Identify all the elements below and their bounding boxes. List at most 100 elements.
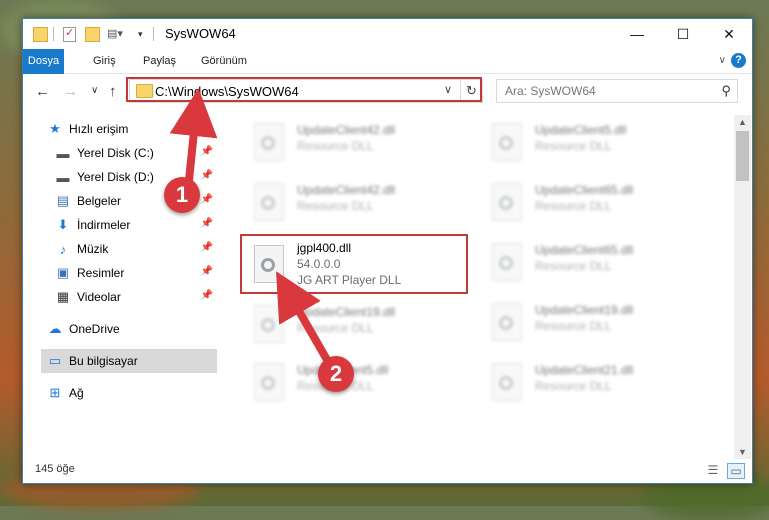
file-description: Resource DLL (297, 139, 374, 153)
music-icon: ♪ (59, 241, 67, 257)
file-item[interactable]: UpdateClient5.dll Resource DLL (245, 355, 475, 405)
sidebar-item-downloads[interactable]: ⬇ İndirmeler 📌 (55, 213, 217, 237)
dll-file-icon (492, 363, 522, 401)
callout-badge-1: 1 (164, 177, 200, 213)
close-button[interactable]: ✕ (706, 19, 752, 49)
status-bar: 145 öğe ☰ ▭ (23, 459, 752, 483)
file-name: UpdateClient42.dll (297, 183, 396, 197)
pin-icon: 📌 (200, 266, 213, 277)
file-item[interactable]: UpdateClient65.dll Resource DLL (483, 175, 713, 225)
sidebar-item-quick-access[interactable]: ★ Hızlı erişim (47, 117, 217, 141)
file-item[interactable]: UpdateClient19.dll Resource DLL (245, 297, 475, 347)
pictures-icon: ▣ (56, 265, 70, 280)
folder-icon (33, 27, 48, 42)
pin-icon: 📌 (200, 290, 213, 301)
scroll-thumb[interactable] (736, 131, 749, 181)
file-name: UpdateClient21.dll (535, 363, 634, 377)
back-icon[interactable]: ← (35, 83, 50, 100)
scroll-down-icon[interactable]: ▼ (734, 445, 751, 459)
tab-view[interactable]: Görünüm (193, 49, 255, 73)
title-bar: ✓ ▤▾ ▾ SysWOW64 — ☐ ✕ (23, 19, 752, 49)
file-item[interactable]: UpdateClient42.dll Resource DLL (245, 175, 475, 225)
item-count: 145 öğe (35, 463, 75, 475)
file-name: UpdateClient19.dll (535, 303, 634, 317)
sidebar-item-local-disk-c[interactable]: ▬ Yerel Disk (C:) 📌 (55, 141, 217, 165)
recent-locations-icon[interactable]: ∨ (91, 85, 98, 96)
dll-file-icon (492, 303, 522, 341)
dll-file-icon (492, 243, 522, 281)
sidebar-item-music[interactable]: ♪ Müzik 📌 (55, 237, 217, 261)
file-highlight (240, 234, 468, 294)
disk-icon: ▬ (56, 145, 70, 161)
pin-icon: 📌 (200, 170, 213, 181)
tab-home[interactable]: Giriş (85, 49, 124, 73)
file-description: Resource DLL (535, 259, 612, 273)
ribbon-expand-icon[interactable]: ∨ (719, 55, 726, 66)
callout-badge-2: 2 (318, 356, 354, 392)
dll-file-icon (254, 123, 284, 161)
window-title: SysWOW64 (165, 26, 236, 41)
sidebar-item-label: OneDrive (69, 322, 120, 336)
address-highlight (126, 77, 482, 102)
tab-share[interactable]: Paylaş (135, 49, 184, 73)
sidebar-item-pictures[interactable]: ▣ Resimler 📌 (55, 261, 217, 285)
pin-icon: 📌 (200, 218, 213, 229)
cloud-icon: ☁ (48, 321, 62, 336)
sidebar-item-videos[interactable]: ▦ Videolar 📌 (55, 285, 217, 309)
pin-icon: 📌 (200, 242, 213, 253)
sidebar-item-label: Ağ (69, 386, 84, 400)
sidebar-item-label: Hızlı erişim (69, 122, 129, 136)
video-icon: ▦ (56, 289, 70, 304)
file-item[interactable]: UpdateClient42.dll Resource DLL (245, 115, 475, 165)
search-input[interactable] (503, 82, 707, 100)
forward-icon[interactable]: → (63, 83, 78, 100)
sidebar-item-label: Yerel Disk (D:) (77, 170, 154, 184)
file-description: Resource DLL (535, 319, 612, 333)
separator (153, 27, 154, 41)
file-description: Resource DLL (297, 199, 374, 213)
file-description: Resource DLL (297, 321, 374, 335)
minimize-button[interactable]: — (614, 19, 660, 49)
pin-icon: 📌 (200, 146, 213, 157)
sidebar-item-label: Bu bilgisayar (69, 354, 138, 368)
sidebar-item-label: Müzik (77, 242, 109, 256)
file-description: Resource DLL (535, 379, 612, 393)
sidebar-item-label: Videolar (77, 290, 121, 304)
qa-dropdown-icon[interactable]: ▾ (138, 29, 143, 47)
sidebar-item-label: Belgeler (77, 194, 122, 208)
computer-icon: ▭ (48, 353, 62, 368)
dll-file-icon (254, 183, 284, 221)
file-item[interactable]: UpdateClient19.dll Resource DLL (483, 295, 713, 345)
properties-icon[interactable]: ✓ (63, 27, 76, 42)
sidebar-item-label: Yerel Disk (C:) (77, 146, 154, 160)
file-name: UpdateClient19.dll (297, 305, 396, 319)
sidebar-item-this-pc[interactable]: ▭ Bu bilgisayar (41, 349, 217, 373)
file-name: UpdateClient65.dll (535, 243, 634, 257)
sidebar-item-onedrive[interactable]: ☁ OneDrive (47, 317, 217, 341)
help-icon[interactable]: ? (731, 53, 746, 68)
customize-qa-icon[interactable]: ▤▾ (107, 27, 123, 40)
new-folder-icon[interactable] (85, 27, 100, 42)
dll-file-icon (254, 363, 284, 401)
download-icon: ⬇ (57, 217, 69, 232)
file-item[interactable]: UpdateClient5.dll Resource DLL (483, 115, 713, 165)
sidebar-item-label: İndirmeler (77, 218, 131, 232)
vertical-scrollbar[interactable]: ▲ ▼ (734, 115, 751, 459)
sidebar-item-network[interactable]: ⊞ Ağ (47, 381, 217, 405)
maximize-button[interactable]: ☐ (660, 19, 706, 49)
sidebar-item-label: Resimler (77, 266, 125, 280)
search-icon[interactable]: ⚲ (721, 83, 731, 99)
separator (53, 27, 54, 41)
star-icon: ★ (49, 121, 61, 136)
file-item[interactable]: UpdateClient21.dll Resource DLL (483, 355, 713, 405)
file-item[interactable]: UpdateClient65.dll Resource DLL (483, 235, 713, 285)
up-icon[interactable]: ↑ (109, 83, 117, 100)
scroll-up-icon[interactable]: ▲ (734, 115, 751, 129)
large-icons-view-icon[interactable]: ▭ (727, 463, 745, 479)
file-description: Resource DLL (535, 139, 612, 153)
details-view-icon[interactable]: ☰ (705, 463, 721, 477)
documents-icon: ▤ (56, 193, 70, 208)
file-description: Resource DLL (535, 199, 612, 213)
dll-file-icon (492, 183, 522, 221)
search-box[interactable]: ⚲ (496, 79, 738, 103)
